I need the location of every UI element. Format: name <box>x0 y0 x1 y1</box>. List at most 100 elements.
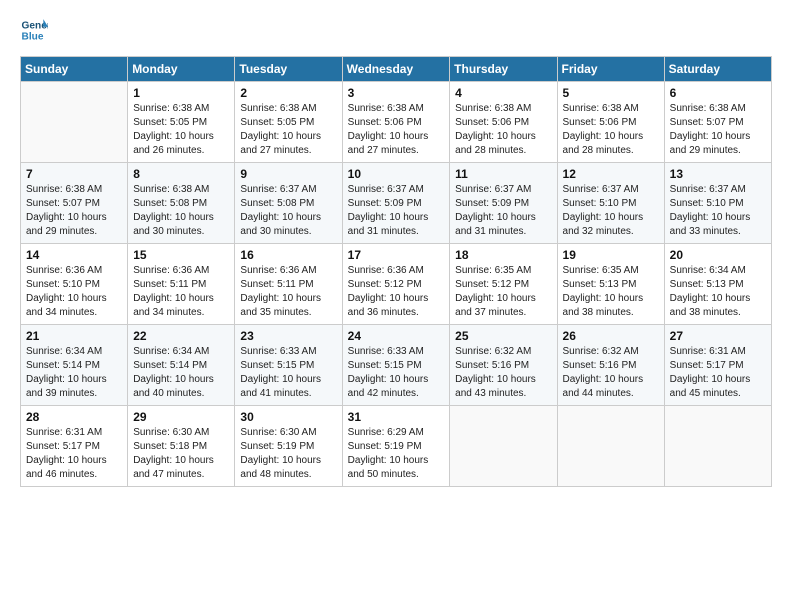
day-cell: 6 Sunrise: 6:38 AMSunset: 5:07 PMDaylight… <box>664 82 771 163</box>
day-info: Sunrise: 6:31 AMSunset: 5:17 PMDaylight:… <box>670 345 766 401</box>
day-number: 17 <box>348 248 445 262</box>
day-cell: 19Sunrise: 6:35 AMSunset: 5:13 PMDayligh… <box>557 244 664 325</box>
day-cell: 20 Sunrise: 6:34 AMSunset: 5:13 PMDayligh… <box>664 244 771 325</box>
day-info: Sunrise: 6:33 AMSunset: 5:15 PMDaylight:… <box>240 345 336 401</box>
week-row-5: 28 Sunrise: 6:31 AMSunset: 5:17 PMDayligh… <box>21 406 772 487</box>
day-info: Sunrise: 6:38 AMSunset: 5:07 PMDaylight:… <box>670 102 766 158</box>
day-number: 14 <box>26 248 122 262</box>
day-cell: 11 Sunrise: 6:37 AMSunset: 5:09 PMDayligh… <box>450 163 557 244</box>
logo-icon: General Blue <box>20 16 48 44</box>
day-number: 23 <box>240 329 336 343</box>
day-cell: 30 Sunrise: 6:30 AMSunset: 5:19 PMDayligh… <box>235 406 342 487</box>
day-cell: 13Sunrise: 6:37 AMSunset: 5:10 PMDayligh… <box>664 163 771 244</box>
day-number: 26 <box>563 329 659 343</box>
day-number: 7 <box>26 167 122 181</box>
day-number: 8 <box>133 167 229 181</box>
week-row-4: 21 Sunrise: 6:34 AMSunset: 5:14 PMDayligh… <box>21 325 772 406</box>
day-info: Sunrise: 6:37 AMSunset: 5:09 PMDaylight:… <box>348 183 445 239</box>
day-info: Sunrise: 6:34 AMSunset: 5:14 PMDaylight:… <box>133 345 229 401</box>
day-info: Sunrise: 6:38 AMSunset: 5:06 PMDaylight:… <box>563 102 659 158</box>
day-number: 27 <box>670 329 766 343</box>
day-number: 30 <box>240 410 336 424</box>
day-cell: 25 Sunrise: 6:32 AMSunset: 5:16 PMDayligh… <box>450 325 557 406</box>
day-number: 9 <box>240 167 336 181</box>
day-number: 21 <box>26 329 122 343</box>
day-info: Sunrise: 6:36 AMSunset: 5:11 PMDaylight:… <box>240 264 336 320</box>
week-row-3: 14 Sunrise: 6:36 AMSunset: 5:10 PMDayligh… <box>21 244 772 325</box>
day-cell: 21 Sunrise: 6:34 AMSunset: 5:14 PMDayligh… <box>21 325 128 406</box>
day-cell: 24 Sunrise: 6:33 AMSunset: 5:15 PMDayligh… <box>342 325 450 406</box>
day-number: 12 <box>563 167 659 181</box>
day-info: Sunrise: 6:29 AMSunset: 5:19 PMDaylight:… <box>348 426 445 482</box>
calendar-header-row: SundayMondayTuesdayWednesdayThursdayFrid… <box>21 57 772 82</box>
day-cell: 12 Sunrise: 6:37 AMSunset: 5:10 PMDayligh… <box>557 163 664 244</box>
day-info: Sunrise: 6:37 AMSunset: 5:10 PMDaylight:… <box>670 183 766 239</box>
day-info: Sunrise: 6:35 AMSunset: 5:12 PMDaylight:… <box>455 264 551 320</box>
day-info: Sunrise: 6:38 AMSunset: 5:06 PMDaylight:… <box>455 102 551 158</box>
page-header: General Blue <box>20 16 772 44</box>
day-number: 6 <box>670 86 766 100</box>
day-cell: 15 Sunrise: 6:36 AMSunset: 5:11 PMDayligh… <box>128 244 235 325</box>
day-number: 4 <box>455 86 551 100</box>
day-number: 1 <box>133 86 229 100</box>
day-cell <box>664 406 771 487</box>
header-wednesday: Wednesday <box>342 57 450 82</box>
day-cell: 4 Sunrise: 6:38 AMSunset: 5:06 PMDaylight… <box>450 82 557 163</box>
header-sunday: Sunday <box>21 57 128 82</box>
day-info: Sunrise: 6:37 AMSunset: 5:08 PMDaylight:… <box>240 183 336 239</box>
day-info: Sunrise: 6:38 AMSunset: 5:07 PMDaylight:… <box>26 183 122 239</box>
day-info: Sunrise: 6:33 AMSunset: 5:15 PMDaylight:… <box>348 345 445 401</box>
day-cell: 16 Sunrise: 6:36 AMSunset: 5:11 PMDayligh… <box>235 244 342 325</box>
day-cell: 23 Sunrise: 6:33 AMSunset: 5:15 PMDayligh… <box>235 325 342 406</box>
day-cell: 8 Sunrise: 6:38 AMSunset: 5:08 PMDaylight… <box>128 163 235 244</box>
day-number: 15 <box>133 248 229 262</box>
day-info: Sunrise: 6:31 AMSunset: 5:17 PMDaylight:… <box>26 426 122 482</box>
calendar-table: SundayMondayTuesdayWednesdayThursdayFrid… <box>20 56 772 487</box>
day-number: 11 <box>455 167 551 181</box>
day-cell: 31Sunrise: 6:29 AMSunset: 5:19 PMDayligh… <box>342 406 450 487</box>
day-number: 3 <box>348 86 445 100</box>
day-info: Sunrise: 6:34 AMSunset: 5:14 PMDaylight:… <box>26 345 122 401</box>
day-info: Sunrise: 6:32 AMSunset: 5:16 PMDaylight:… <box>563 345 659 401</box>
day-cell: 28 Sunrise: 6:31 AMSunset: 5:17 PMDayligh… <box>21 406 128 487</box>
day-cell <box>21 82 128 163</box>
day-number: 28 <box>26 410 122 424</box>
header-tuesday: Tuesday <box>235 57 342 82</box>
day-info: Sunrise: 6:38 AMSunset: 5:05 PMDaylight:… <box>240 102 336 158</box>
day-info: Sunrise: 6:30 AMSunset: 5:19 PMDaylight:… <box>240 426 336 482</box>
day-number: 29 <box>133 410 229 424</box>
day-cell: 9 Sunrise: 6:37 AMSunset: 5:08 PMDaylight… <box>235 163 342 244</box>
day-info: Sunrise: 6:34 AMSunset: 5:13 PMDaylight:… <box>670 264 766 320</box>
day-info: Sunrise: 6:36 AMSunset: 5:11 PMDaylight:… <box>133 264 229 320</box>
day-number: 20 <box>670 248 766 262</box>
day-info: Sunrise: 6:35 AMSunset: 5:13 PMDaylight:… <box>563 264 659 320</box>
day-cell: 17 Sunrise: 6:36 AMSunset: 5:12 PMDayligh… <box>342 244 450 325</box>
day-cell: 22 Sunrise: 6:34 AMSunset: 5:14 PMDayligh… <box>128 325 235 406</box>
day-cell: 26 Sunrise: 6:32 AMSunset: 5:16 PMDayligh… <box>557 325 664 406</box>
week-row-1: 1 Sunrise: 6:38 AMSunset: 5:05 PMDaylight… <box>21 82 772 163</box>
day-cell: 3 Sunrise: 6:38 AMSunset: 5:06 PMDaylight… <box>342 82 450 163</box>
day-number: 2 <box>240 86 336 100</box>
day-number: 25 <box>455 329 551 343</box>
day-info: Sunrise: 6:36 AMSunset: 5:10 PMDaylight:… <box>26 264 122 320</box>
day-cell: 29Sunrise: 6:30 AMSunset: 5:18 PMDayligh… <box>128 406 235 487</box>
day-info: Sunrise: 6:32 AMSunset: 5:16 PMDaylight:… <box>455 345 551 401</box>
day-cell: 7 Sunrise: 6:38 AMSunset: 5:07 PMDaylight… <box>21 163 128 244</box>
day-number: 24 <box>348 329 445 343</box>
day-number: 16 <box>240 248 336 262</box>
day-cell: 1Sunrise: 6:38 AMSunset: 5:05 PMDaylight… <box>128 82 235 163</box>
day-info: Sunrise: 6:37 AMSunset: 5:10 PMDaylight:… <box>563 183 659 239</box>
day-cell <box>450 406 557 487</box>
day-info: Sunrise: 6:38 AMSunset: 5:06 PMDaylight:… <box>348 102 445 158</box>
day-number: 10 <box>348 167 445 181</box>
logo: General Blue <box>20 16 48 44</box>
day-number: 22 <box>133 329 229 343</box>
day-info: Sunrise: 6:36 AMSunset: 5:12 PMDaylight:… <box>348 264 445 320</box>
day-number: 18 <box>455 248 551 262</box>
day-info: Sunrise: 6:37 AMSunset: 5:09 PMDaylight:… <box>455 183 551 239</box>
day-info: Sunrise: 6:38 AMSunset: 5:08 PMDaylight:… <box>133 183 229 239</box>
svg-text:Blue: Blue <box>22 31 44 42</box>
day-cell: 14 Sunrise: 6:36 AMSunset: 5:10 PMDayligh… <box>21 244 128 325</box>
day-cell: 27 Sunrise: 6:31 AMSunset: 5:17 PMDayligh… <box>664 325 771 406</box>
header-saturday: Saturday <box>664 57 771 82</box>
